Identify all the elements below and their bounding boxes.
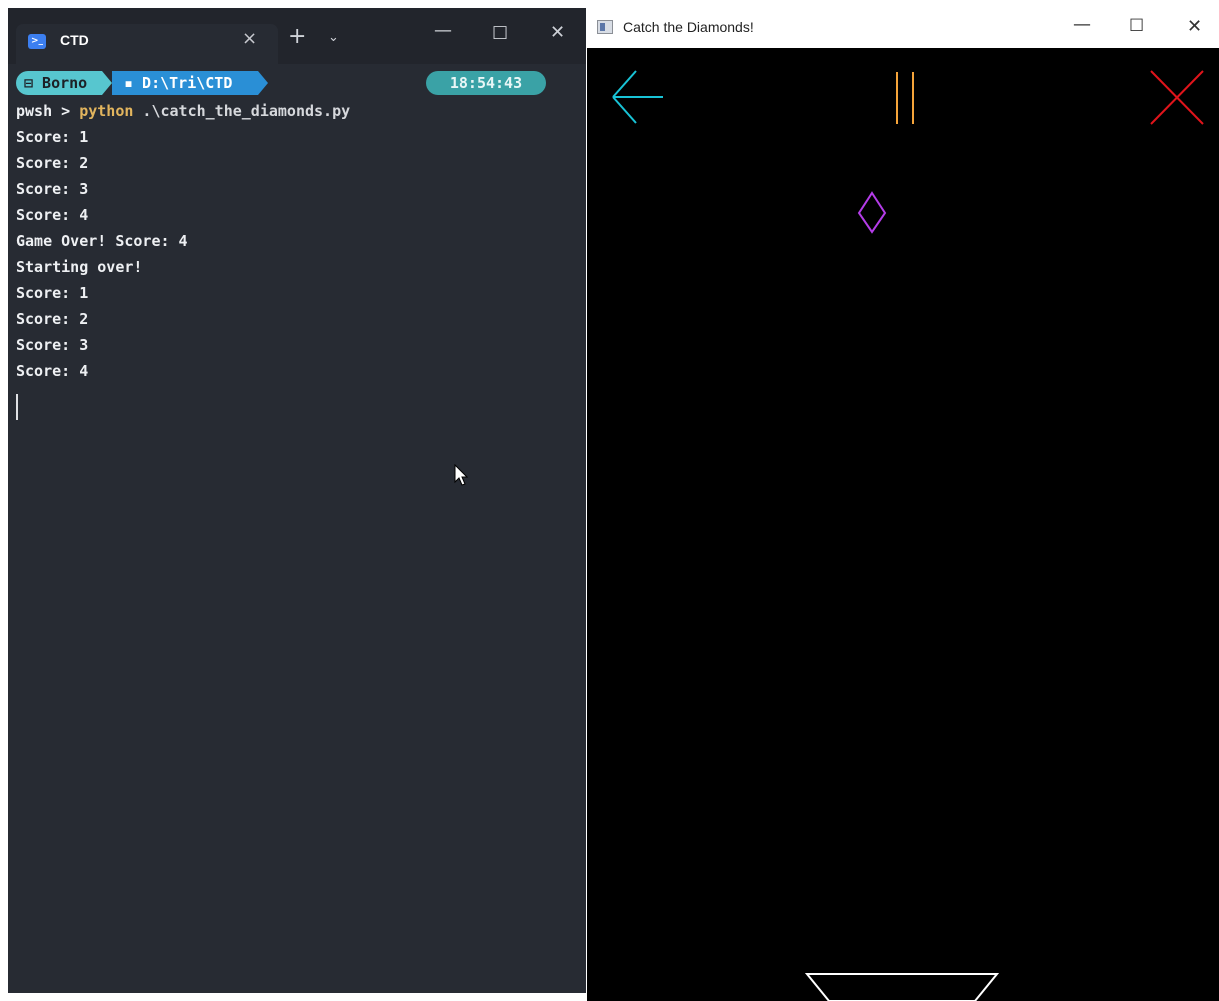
terminal-titlebar: >_ CTD × + ⌄ — □ ✕: [8, 8, 586, 64]
text-cursor: [16, 394, 18, 420]
tab-dropdown-icon[interactable]: ⌄: [328, 30, 339, 45]
output-line: Score: 4: [16, 362, 89, 380]
tab-ctd[interactable]: >_ CTD ×: [16, 24, 278, 64]
powershell-icon: >_: [28, 34, 46, 49]
output-line: Score: 3: [16, 180, 89, 198]
output-line: Score: 2: [16, 310, 89, 328]
window-title: Catch the Diamonds!: [623, 19, 754, 35]
catcher-bowl: [804, 973, 1000, 1001]
app-icon: [597, 20, 613, 34]
diamond: [857, 191, 887, 234]
output-line: Score: 4: [16, 206, 89, 224]
tab-title: CTD: [60, 32, 89, 48]
game-titlebar: Catch the Diamonds! — ☐ ✕: [587, 8, 1219, 48]
new-tab-button[interactable]: +: [288, 24, 306, 49]
output-line: Score: 1: [16, 284, 89, 302]
pause-icon[interactable]: [896, 72, 914, 124]
prompt-user-segment: ⊟ Borno: [16, 71, 102, 95]
output-line: Score: 2: [16, 154, 89, 172]
output-line: Game Over! Score: 4: [16, 232, 188, 250]
game-window: Catch the Diamonds! — ☐ ✕: [587, 8, 1219, 1001]
maximize-button[interactable]: ☐: [1129, 16, 1144, 36]
close-x-icon[interactable]: [1150, 70, 1204, 125]
prompt-time-segment: 18:54:43: [426, 71, 546, 95]
close-button[interactable]: ✕: [1187, 16, 1202, 37]
tab-close-icon[interactable]: ×: [242, 28, 257, 49]
minimize-button[interactable]: —: [434, 20, 452, 41]
terminal-content[interactable]: ⊟ Borno ▪ D:\Tri\CTD 18:54:43 pwsh > pyt…: [8, 64, 586, 993]
game-canvas[interactable]: [587, 48, 1219, 1001]
command-args: .\catch_the_diamonds.py: [133, 102, 351, 120]
output-line: Score: 3: [16, 336, 89, 354]
output-line: Score: 1: [16, 128, 89, 146]
left-arrow-icon[interactable]: [612, 70, 663, 124]
shell-prompt: pwsh >: [16, 102, 80, 120]
prompt-path-segment: ▪ D:\Tri\CTD: [112, 71, 258, 95]
command-program: python: [79, 102, 134, 120]
prompt-separator: [102, 71, 112, 95]
prompt-separator: [258, 71, 268, 95]
close-button[interactable]: ✕: [550, 22, 565, 43]
command-line: pwsh > python .\catch_the_diamonds.py: [16, 98, 350, 124]
maximize-button[interactable]: □: [492, 22, 508, 42]
minimize-button[interactable]: —: [1073, 14, 1091, 35]
output-line: Starting over!: [16, 258, 143, 276]
mouse-pointer-icon: [454, 464, 469, 486]
terminal-window: >_ CTD × + ⌄ — □ ✕ ⊟ Borno ▪ D:\Tri\CTD …: [8, 8, 586, 993]
